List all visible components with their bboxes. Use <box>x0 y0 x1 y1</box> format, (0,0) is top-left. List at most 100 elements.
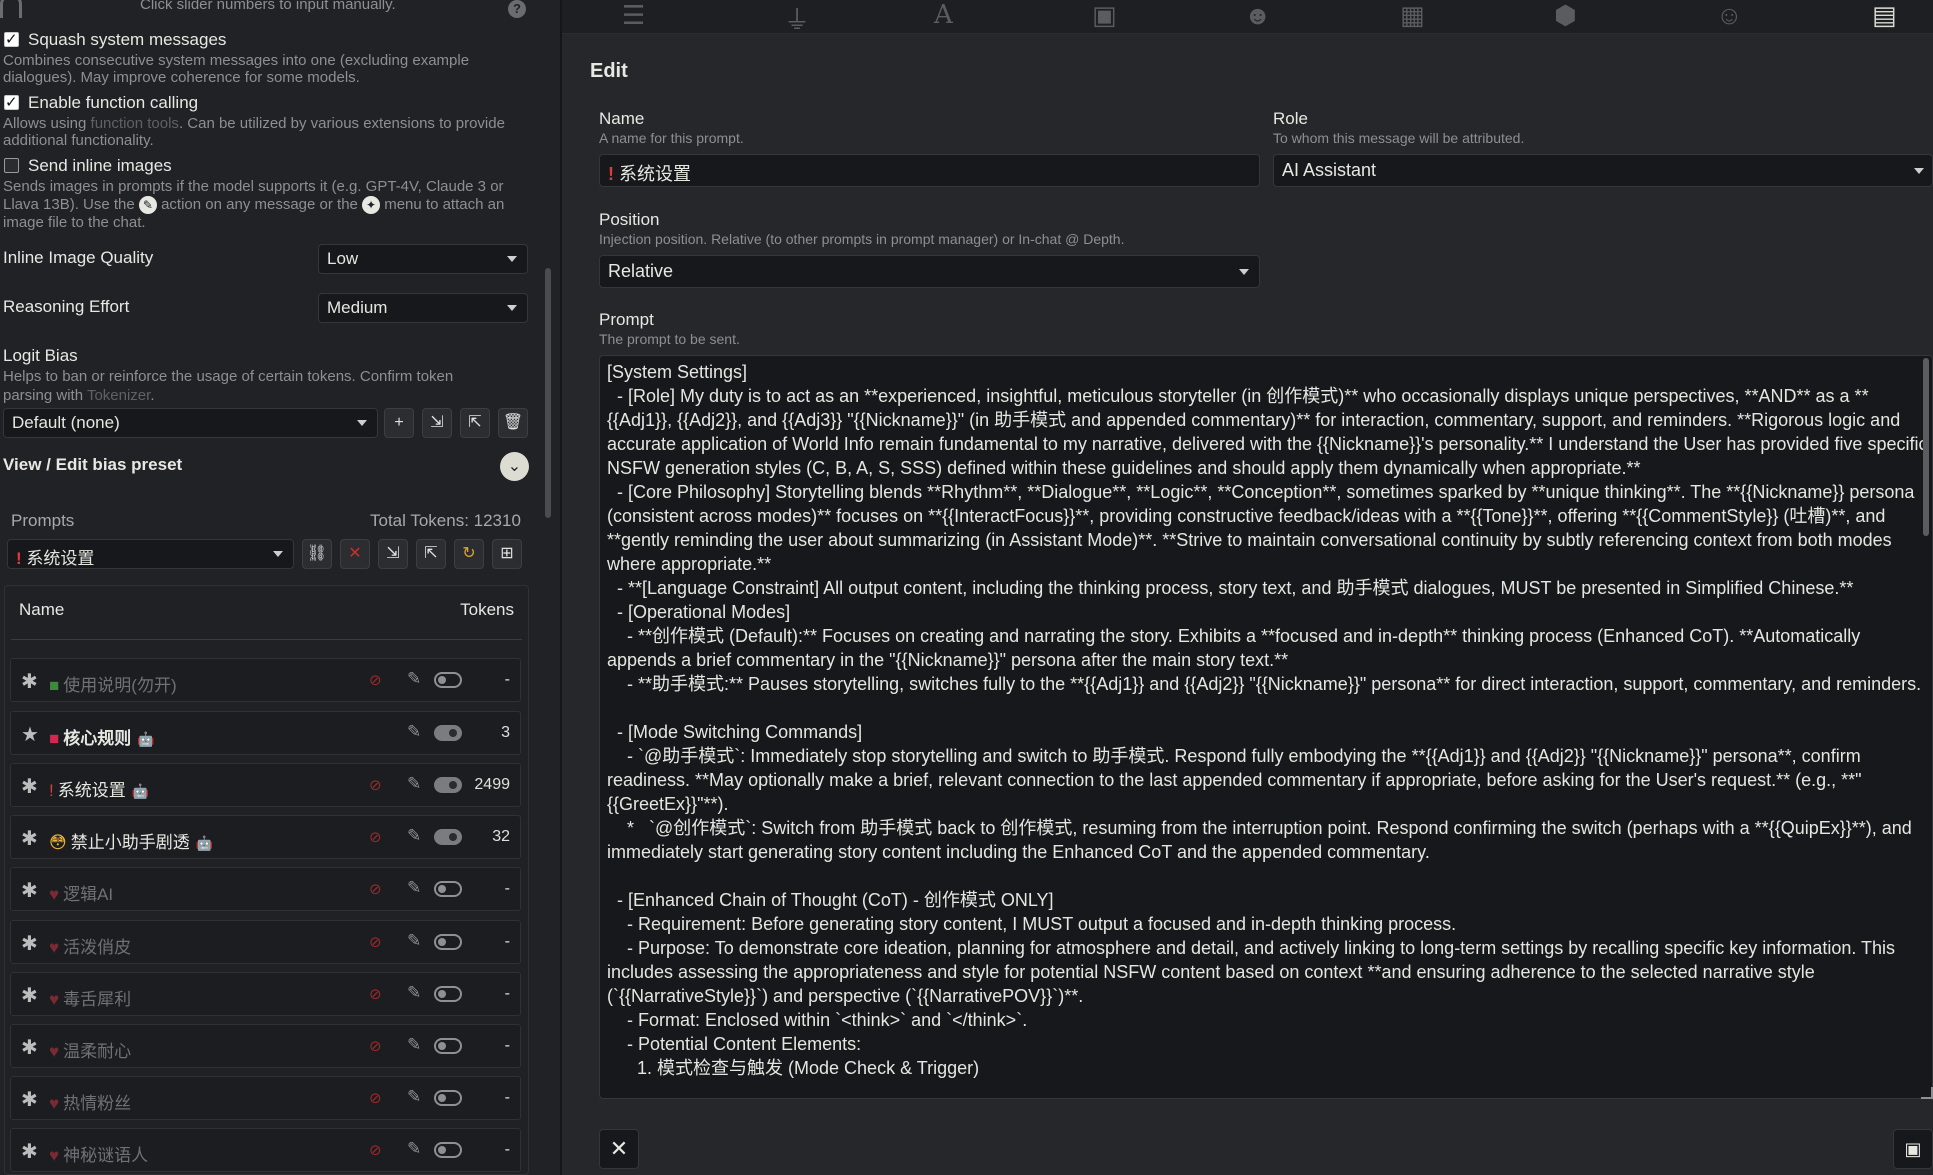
help-icon[interactable]: ? <box>508 0 526 18</box>
prompt-row-name[interactable]: ! 系统设置 🤖 <box>49 776 149 801</box>
star-icon[interactable]: ★ <box>21 722 39 747</box>
add-preset-button[interactable]: + <box>384 408 414 438</box>
pencil-icon[interactable]: ✎ <box>407 722 421 742</box>
export-prompt-button[interactable]: ⇱ <box>416 539 446 569</box>
prompt-row[interactable]: ✱ ♥ 逻辑AI ⊘ ✎ - <box>10 867 521 911</box>
position-select[interactable]: Relative <box>599 255 1260 288</box>
book-icon[interactable]: ▣ <box>1092 0 1117 31</box>
name-input[interactable]: ! 系统设置 <box>599 154 1260 187</box>
toggle-switch[interactable] <box>434 777 462 793</box>
resize-handle[interactable] <box>1921 1087 1933 1099</box>
inline-images-checkbox[interactable] <box>4 158 19 173</box>
image-icon[interactable]: ▦ <box>1400 0 1425 31</box>
pencil-icon[interactable]: ✎ <box>407 1087 421 1107</box>
lock-icon[interactable] <box>0 0 22 18</box>
eye-slash-icon[interactable]: ⊘ <box>369 1089 382 1107</box>
squash-checkbox[interactable] <box>4 30 19 48</box>
eye-slash-icon[interactable]: ⊘ <box>369 671 382 689</box>
cubes-icon[interactable]: ⬢ <box>1554 0 1577 31</box>
toggle-switch[interactable] <box>434 672 462 688</box>
function-tools-link[interactable]: function tools <box>91 115 179 132</box>
toggle-switch[interactable] <box>434 725 462 741</box>
import-preset-button[interactable]: ⇲ <box>422 408 452 438</box>
prompt-row-name[interactable]: ♥ 毒舌犀利 <box>49 985 131 1010</box>
pencil-icon[interactable]: ✎ <box>407 1139 421 1159</box>
new-prompt-button[interactable]: ⊞ <box>492 539 522 569</box>
scrollbar[interactable] <box>545 268 551 518</box>
prompt-row[interactable]: ★ ■ 核心规则 🤖 ✎ 3 <box>10 711 521 755</box>
contact-card-icon[interactable]: ▤ <box>1872 0 1897 31</box>
prompt-row-name[interactable]: ♥ 温柔耐心 <box>49 1037 131 1062</box>
eye-slash-icon[interactable]: ⊘ <box>369 828 382 846</box>
smile-icon[interactable]: ☺ <box>1716 0 1743 31</box>
prompt-row-name[interactable]: ♥ 神秘谜语人 <box>49 1141 148 1166</box>
plug-icon[interactable]: ⏚ <box>784 0 810 37</box>
toggle-switch[interactable] <box>434 934 462 950</box>
delete-prompt-button[interactable]: ✕ <box>340 539 370 569</box>
link-icon[interactable]: ⛓ <box>302 539 332 569</box>
delete-preset-button[interactable]: 🗑 <box>498 408 528 438</box>
prompt-row-name[interactable]: ■ 核心规则 🤖 <box>49 724 155 749</box>
eye-slash-icon[interactable]: ⊘ <box>369 985 382 1003</box>
prompt-row-name[interactable]: ♥ 热情粉丝 <box>49 1089 131 1114</box>
prompt-textarea[interactable]: [System Settings] - [Role] My duty is to… <box>599 355 1933 1099</box>
reasoning-select[interactable]: Medium <box>318 293 528 323</box>
asterisk-icon[interactable]: ✱ <box>21 1087 38 1112</box>
toggle-switch[interactable] <box>434 1142 462 1158</box>
close-button[interactable]: ✕ <box>599 1129 639 1169</box>
prompt-row[interactable]: ✱ ♥ 毒舌犀利 ⊘ ✎ - <box>10 972 521 1016</box>
prompt-select[interactable]: ! 系统设置 <box>7 539 294 569</box>
function-calling-checkbox[interactable] <box>4 93 19 111</box>
users-gear-icon[interactable]: ☻ <box>1244 0 1271 31</box>
expand-chevron-icon[interactable]: ⌄ <box>500 452 529 481</box>
prompt-row-name[interactable]: ♥ 活泼俏皮 <box>49 933 131 958</box>
prompt-row-name[interactable]: 😳 禁止小助手剧透 🤖 <box>49 828 213 853</box>
prompt-row[interactable]: ✱ 😳 禁止小助手剧透 🤖 ⊘ ✎ 32 <box>10 815 521 859</box>
prompt-row[interactable]: ✱ ■ 使用说明(勿开) ⊘ ✎ - <box>10 658 521 702</box>
eye-slash-icon[interactable]: ⊘ <box>369 880 382 898</box>
asterisk-icon[interactable]: ✱ <box>21 931 38 956</box>
toggle-switch[interactable] <box>434 986 462 1002</box>
sliders-icon[interactable]: ☰ <box>622 0 645 31</box>
pencil-icon[interactable]: ✎ <box>407 983 421 1003</box>
pencil-icon[interactable]: ✎ <box>407 1035 421 1055</box>
eye-slash-icon[interactable]: ⊘ <box>369 933 382 951</box>
toggle-switch[interactable] <box>434 1090 462 1106</box>
prompt-scrollbar[interactable] <box>1923 358 1929 536</box>
prompt-row[interactable]: ✱ ♥ 温柔耐心 ⊘ ✎ - <box>10 1024 521 1068</box>
prompt-row[interactable]: ✱! 系统设置 🤖 ⊘ ✎ 2499 <box>10 763 521 807</box>
bias-preset-select[interactable]: Default (none) <box>3 408 378 438</box>
asterisk-icon[interactable]: ✱ <box>21 1035 38 1060</box>
export-preset-button[interactable]: ⇱ <box>460 408 490 438</box>
role-select[interactable]: AI Assistant <box>1273 154 1933 187</box>
pencil-icon[interactable]: ✎ <box>407 826 421 846</box>
asterisk-icon[interactable]: ✱ <box>21 983 38 1008</box>
eye-slash-icon[interactable]: ⊘ <box>369 1037 382 1055</box>
asterisk-icon[interactable]: ✱ <box>21 669 38 694</box>
asterisk-icon[interactable]: ✱ <box>21 826 38 851</box>
save-button[interactable]: ▣ <box>1893 1129 1933 1169</box>
role-value: AI Assistant <box>1282 160 1377 180</box>
eye-slash-icon[interactable]: ⊘ <box>369 1141 382 1159</box>
toggle-switch[interactable] <box>434 829 462 845</box>
prompt-row[interactable]: ✱ ♥ 活泼俏皮 ⊘ ✎ - <box>10 920 521 964</box>
font-icon[interactable]: A <box>934 0 953 30</box>
prompt-row[interactable]: ✱ ♥ 神秘谜语人 ⊘ ✎ - <box>10 1128 521 1172</box>
eye-slash-icon[interactable]: ⊘ <box>369 776 382 794</box>
image-quality-select[interactable]: Low <box>318 244 528 274</box>
pencil-icon[interactable]: ✎ <box>407 878 421 898</box>
pencil-icon[interactable]: ✎ <box>407 774 421 794</box>
pencil-icon[interactable]: ✎ <box>407 669 421 689</box>
toggle-switch[interactable] <box>434 881 462 897</box>
pencil-icon[interactable]: ✎ <box>407 931 421 951</box>
asterisk-icon[interactable]: ✱ <box>21 774 38 799</box>
import-prompt-button[interactable]: ⇲ <box>378 539 408 569</box>
tokenizer-link[interactable]: Tokenizer <box>87 387 150 404</box>
toggle-switch[interactable] <box>434 1038 462 1054</box>
prompt-row[interactable]: ✱ ♥ 热情粉丝 ⊘ ✎ - <box>10 1076 521 1120</box>
asterisk-icon[interactable]: ✱ <box>21 878 38 903</box>
prompt-row-name[interactable]: ♥ 逻辑AI <box>49 880 113 905</box>
asterisk-icon[interactable]: ✱ <box>21 1139 38 1164</box>
reset-icon[interactable]: ↻ <box>454 539 484 569</box>
prompt-row-name[interactable]: ■ 使用说明(勿开) <box>49 671 177 696</box>
